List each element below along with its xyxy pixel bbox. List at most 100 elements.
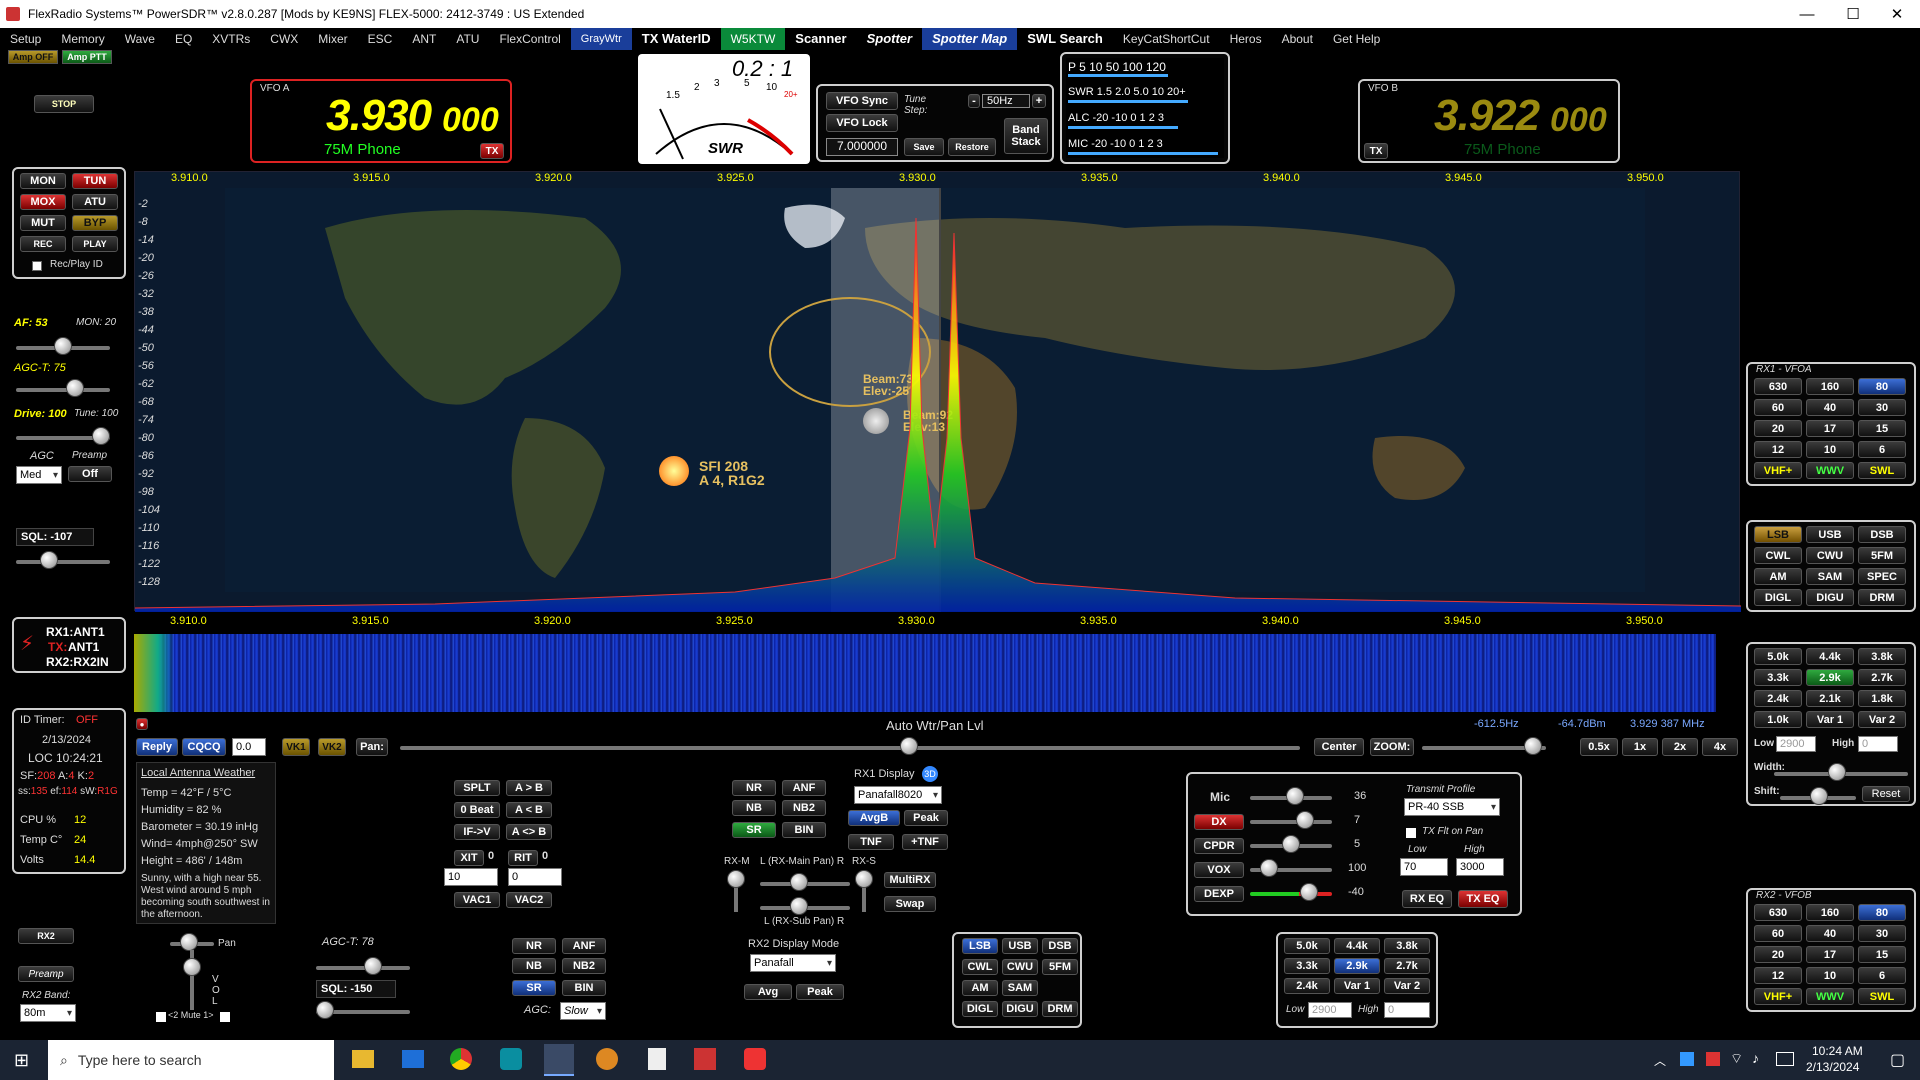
menu-spotter-map[interactable]: Spotter Map — [922, 28, 1018, 50]
tray-icon-network-app[interactable] — [1680, 1052, 1694, 1066]
tray-icon-app[interactable] — [1706, 1052, 1720, 1066]
notification-icon[interactable]: ▢ — [1890, 1050, 1905, 1070]
rx2-mode-digl[interactable]: DIGL — [962, 1001, 998, 1017]
rx2-mode-5fm[interactable]: 5FM — [1042, 959, 1078, 975]
vfo-a-tx-button[interactable]: TX — [480, 143, 504, 159]
rx2-band-80[interactable]: 80 — [1858, 904, 1906, 921]
xit-button[interactable]: XIT — [454, 850, 484, 866]
keyboard-icon[interactable] — [1776, 1052, 1794, 1066]
antenna-panel[interactable]: ⚡ RX1:ANT1 TX: ANT1 RX2:RX2IN — [12, 617, 126, 673]
mute2-checkbox[interactable] — [156, 1012, 166, 1022]
mode-drm[interactable]: DRM — [1858, 589, 1906, 606]
rx1-peak-button[interactable]: Peak — [904, 810, 948, 826]
zoom-2x-button[interactable]: 2x — [1662, 738, 1698, 756]
rx2-band-swl[interactable]: SWL — [1858, 988, 1906, 1005]
zoom-1x-button[interactable]: 1x — [1622, 738, 1658, 756]
tx-eq-button[interactable]: TX EQ — [1458, 890, 1508, 908]
filter-2-9k[interactable]: 2.9k — [1806, 669, 1854, 686]
rx2-mode-lsb[interactable]: LSB — [962, 938, 998, 954]
af-slider-knob[interactable] — [54, 337, 72, 355]
vox-button[interactable]: VOX — [1194, 862, 1244, 878]
rit-button[interactable]: RIT — [508, 850, 538, 866]
speaker-icon[interactable]: ♪ — [1752, 1050, 1759, 1066]
rx1-band-15[interactable]: 15 — [1858, 420, 1906, 437]
mode-usb[interactable]: USB — [1806, 526, 1854, 543]
mode-cwu[interactable]: CWU — [1806, 547, 1854, 564]
menu-ant[interactable]: ANT — [402, 28, 446, 50]
rx2-agc-t-knob[interactable] — [364, 957, 382, 975]
rx2-avg-button[interactable]: Avg — [744, 984, 792, 1000]
sql-slider-knob[interactable] — [40, 551, 58, 569]
maximize-button[interactable]: ☐ — [1830, 0, 1876, 28]
vfo-sync-button[interactable]: VFO Sync — [826, 92, 898, 110]
save-button[interactable]: Save — [904, 138, 944, 156]
zoom-4x-button[interactable]: 4x — [1702, 738, 1738, 756]
restore-button[interactable]: Restore — [948, 138, 996, 156]
dx-slider-knob[interactable] — [1296, 811, 1314, 829]
rx2-peak-button[interactable]: Peak — [796, 984, 844, 1000]
rx-main-vol-knob[interactable] — [727, 870, 745, 888]
rit-stepper[interactable]: 0 — [508, 868, 562, 886]
menu-memory[interactable]: Memory — [51, 28, 114, 50]
recplay-checkbox[interactable] — [32, 261, 42, 271]
rx1-band-20[interactable]: 20 — [1754, 420, 1802, 437]
menu-spotter[interactable]: Spotter — [857, 28, 923, 50]
menu-atu[interactable]: ATU — [446, 28, 489, 50]
dexp-button[interactable]: DEXP — [1194, 886, 1244, 902]
filter-high-field[interactable]: 0 — [1858, 736, 1898, 752]
b-to-a-button[interactable]: A < B — [506, 802, 552, 818]
menu-eq[interactable]: EQ — [165, 28, 202, 50]
windows-start-icon[interactable]: ⊞ — [14, 1050, 29, 1071]
rx2-sql-knob[interactable] — [316, 1001, 334, 1019]
rx1-band-12[interactable]: 12 — [1754, 441, 1802, 458]
rx-sub-vol-knob[interactable] — [855, 870, 873, 888]
filter-1-8k[interactable]: 1.8k — [1858, 690, 1906, 707]
mode-digu[interactable]: DIGU — [1806, 589, 1854, 606]
dexp-slider-knob[interactable] — [1300, 883, 1318, 901]
agc-t-slider-knob[interactable] — [66, 379, 84, 397]
rx2-filter-2-7k[interactable]: 2.7k — [1384, 958, 1430, 974]
vk2-button[interactable]: VK2 — [318, 738, 346, 756]
rx2-mode-sam[interactable]: SAM — [1002, 980, 1038, 996]
rx1-band-80[interactable]: 80 — [1858, 378, 1906, 395]
rx1-nr-button[interactable]: NR — [732, 780, 776, 796]
rx1-sr-button[interactable]: SR — [732, 822, 776, 838]
mon-button[interactable]: MON — [20, 173, 66, 189]
tun-button[interactable]: TUN — [72, 173, 118, 189]
rx2-filter-5-0k[interactable]: 5.0k — [1284, 938, 1330, 954]
mic-slider-knob[interactable] — [1286, 787, 1304, 805]
vac2-button[interactable]: VAC2 — [506, 892, 552, 908]
vfo-b-khz[interactable]: 000 — [1550, 101, 1607, 140]
chrome-icon[interactable] — [450, 1048, 472, 1070]
rx2-band-12[interactable]: 12 — [1754, 967, 1802, 984]
rx1-band-swl[interactable]: SWL — [1858, 462, 1906, 479]
rx2-sr-button[interactable]: SR — [512, 980, 556, 996]
rx1-band-40[interactable]: 40 — [1806, 399, 1854, 416]
mut-button[interactable]: MUT — [20, 215, 66, 231]
vfo-b-tx-button[interactable]: TX — [1364, 143, 1388, 159]
rx2-agc-t-slider[interactable] — [316, 966, 410, 970]
menu-flexcontrol[interactable]: FlexControl — [489, 28, 570, 50]
vfo-memory-freq[interactable]: 7.000000 — [826, 138, 898, 156]
rx2-bin-button[interactable]: BIN — [562, 980, 606, 996]
pan-button[interactable]: Pan: — [356, 738, 388, 756]
rx2-filter-2-4k[interactable]: 2.4k — [1284, 978, 1330, 994]
rx2-agc-dropdown[interactable]: Slow — [560, 1002, 606, 1020]
rx2-filter-2-9k[interactable]: 2.9k — [1334, 958, 1380, 974]
mail-icon[interactable] — [402, 1050, 424, 1068]
tnf-button[interactable]: TNF — [848, 834, 894, 850]
swap-button[interactable]: Swap — [884, 896, 936, 912]
app-icon-image[interactable] — [694, 1048, 716, 1070]
rx2-band-60[interactable]: 60 — [1754, 925, 1802, 942]
rx2-band-vhf-[interactable]: VHF+ — [1754, 988, 1802, 1005]
rx2-button[interactable]: RX2 — [18, 928, 74, 944]
menu-w5ktw[interactable]: W5KTW — [720, 28, 786, 50]
taskbar-search-box[interactable]: ⌕ Type here to search — [48, 1040, 334, 1080]
add-tnf-button[interactable]: +TNF — [902, 834, 948, 850]
dx-button[interactable]: DX — [1194, 814, 1244, 830]
rx2-nb2-button[interactable]: NB2 — [562, 958, 606, 974]
rx2-filter-3-8k[interactable]: 3.8k — [1384, 938, 1430, 954]
rx1-band-17[interactable]: 17 — [1806, 420, 1854, 437]
rx1-bin-button[interactable]: BIN — [782, 822, 826, 838]
menu-about[interactable]: About — [1272, 28, 1323, 50]
